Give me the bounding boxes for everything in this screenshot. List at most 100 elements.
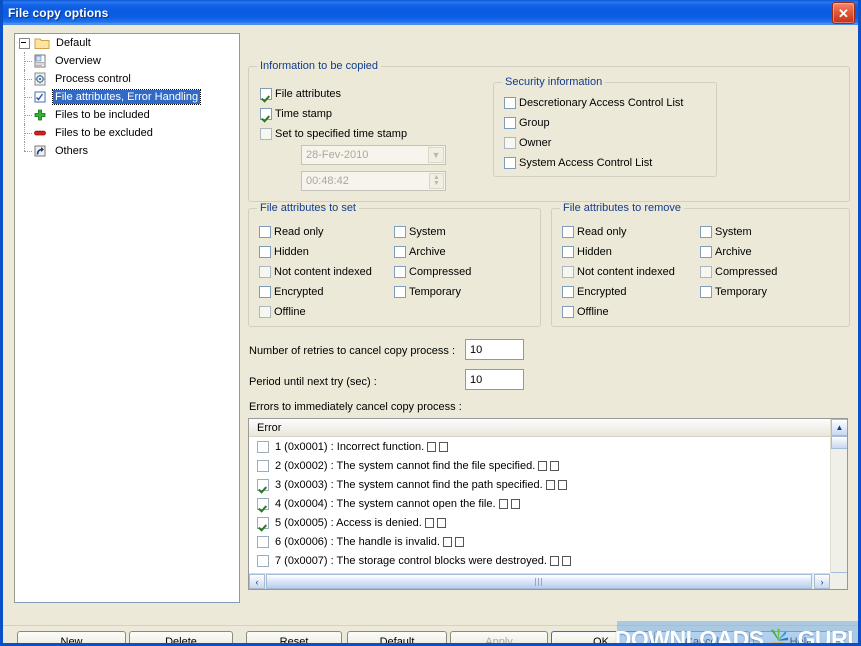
table-row[interactable]: 4 (0x0004) : The system cannot open the …: [249, 494, 830, 513]
checkbox-owner[interactable]: Owner: [504, 137, 551, 149]
scroll-left-icon[interactable]: ‹: [249, 574, 265, 589]
checkbox-file-attributes[interactable]: File attributes: [260, 88, 341, 100]
scroll-right-icon[interactable]: ›: [814, 574, 830, 589]
checkbox-box[interactable]: [504, 137, 516, 149]
checkbox-box[interactable]: [562, 246, 574, 258]
table-row[interactable]: 2 (0x0002) : The system cannot find the …: [249, 456, 830, 475]
checkbox-box[interactable]: [394, 226, 406, 238]
checkbox-box[interactable]: [260, 88, 272, 100]
horizontal-scrollbar-thumb[interactable]: [266, 574, 812, 589]
checkbox-set-compressed[interactable]: Compressed: [394, 266, 471, 278]
checkbox-remove-compressed[interactable]: Compressed: [700, 266, 777, 278]
checkbox-set-archive[interactable]: Archive: [394, 246, 446, 258]
horizontal-scrollbar[interactable]: ‹ ›: [249, 573, 830, 589]
checkbox-box[interactable]: [562, 306, 574, 318]
group-label: File attributes to set: [257, 202, 359, 214]
delete-button[interactable]: Delete: [129, 631, 233, 646]
checkbox-box[interactable]: [259, 306, 271, 318]
table-row[interactable]: 1 (0x0001) : Incorrect function.: [249, 437, 830, 456]
box-glyph-icon: [558, 480, 567, 490]
date-combo[interactable]: 28-Fev-2010 ▼: [301, 145, 446, 165]
help-button[interactable]: Help: [753, 631, 849, 646]
checkbox-system-access-control-list[interactable]: System Access Control List: [504, 157, 652, 169]
checkbox-remove-archive[interactable]: Archive: [700, 246, 752, 258]
checkbox-box[interactable]: [257, 441, 269, 453]
checkbox-remove-offline[interactable]: Offline: [562, 306, 609, 318]
vertical-scrollbar-thumb[interactable]: [831, 436, 848, 449]
checkbox-remove-not-content-indexed[interactable]: Not content indexed: [562, 266, 675, 278]
checkbox-box[interactable]: [504, 117, 516, 129]
tree-item-files-to-be-excluded[interactable]: Files to be excluded: [15, 124, 239, 142]
checkbox-remove-temporary[interactable]: Temporary: [700, 286, 767, 298]
default-button[interactable]: Default: [347, 631, 447, 646]
cancel-button[interactable]: Cancel: [654, 631, 750, 646]
table-row[interactable]: 3 (0x0003) : The system cannot find the …: [249, 475, 830, 494]
checkbox-box[interactable]: [257, 536, 269, 548]
checkbox-box[interactable]: [700, 266, 712, 278]
checkbox-remove-read-only[interactable]: Read only: [562, 226, 627, 238]
checkbox-box[interactable]: [700, 226, 712, 238]
checkbox-box[interactable]: [259, 286, 271, 298]
chevron-down-icon[interactable]: ▼: [428, 147, 444, 163]
retries-input[interactable]: 10: [465, 339, 524, 360]
checkbox-remove-encrypted[interactable]: Encrypted: [562, 286, 627, 298]
checkbox-set-to-specified-time-stamp[interactable]: Set to specified time stamp: [260, 128, 407, 140]
collapse-icon[interactable]: [19, 38, 30, 49]
settings-tree[interactable]: Default Overview: [14, 33, 240, 603]
close-icon[interactable]: ✕: [832, 2, 855, 24]
checkbox-time-stamp[interactable]: Time stamp: [260, 108, 332, 120]
tree-item-files-to-be-included[interactable]: Files to be included: [15, 106, 239, 124]
checkbox-box[interactable]: [257, 517, 269, 529]
checkbox-box[interactable]: [562, 226, 574, 238]
checkbox-set-not-content-indexed[interactable]: Not content indexed: [259, 266, 372, 278]
checkbox-set-system[interactable]: System: [394, 226, 446, 238]
checkbox-box[interactable]: [259, 246, 271, 258]
checkbox-box[interactable]: [394, 246, 406, 258]
checkbox-box[interactable]: [394, 266, 406, 278]
checkbox-remove-hidden[interactable]: Hidden: [562, 246, 612, 258]
button-label-post: eset: [288, 636, 309, 646]
apply-button[interactable]: Apply: [450, 631, 548, 646]
reset-button[interactable]: Reset: [246, 631, 342, 646]
checkbox-box[interactable]: [259, 266, 271, 278]
checkbox-box[interactable]: [394, 286, 406, 298]
checkbox-descretionary-access-control-list[interactable]: Descretionary Access Control List: [504, 97, 683, 109]
period-input[interactable]: 10: [465, 369, 524, 390]
checkbox-box[interactable]: [504, 97, 516, 109]
table-row[interactable]: 7 (0x0007) : The storage control blocks …: [249, 551, 830, 570]
checkbox-set-encrypted[interactable]: Encrypted: [259, 286, 324, 298]
checkbox-box[interactable]: [260, 108, 272, 120]
tree-item-others[interactable]: Others: [15, 142, 239, 160]
tree-node-default[interactable]: Default: [15, 34, 239, 52]
vertical-scrollbar[interactable]: ▲ ▼: [830, 419, 847, 589]
spinner-icon[interactable]: ▲▼: [429, 173, 444, 189]
errors-list[interactable]: Error 1 (0x0001) : Incorrect function. 2…: [248, 418, 848, 590]
checkbox-set-hidden[interactable]: Hidden: [259, 246, 309, 258]
checkbox-box[interactable]: [260, 128, 272, 140]
checkbox-box[interactable]: [257, 498, 269, 510]
checkbox-box[interactable]: [700, 286, 712, 298]
table-row[interactable]: 6 (0x0006) : The handle is invalid.: [249, 532, 830, 551]
time-spinner[interactable]: 00:48:42 ▲▼: [301, 171, 446, 191]
checkbox-set-read-only[interactable]: Read only: [259, 226, 324, 238]
tree-item-overview[interactable]: Overview: [15, 52, 239, 70]
checkbox-box[interactable]: [562, 286, 574, 298]
table-row[interactable]: 5 (0x0005) : Access is denied.: [249, 513, 830, 532]
errors-column-header[interactable]: Error: [249, 419, 830, 437]
tree-item-process-control[interactable]: Process control: [15, 70, 239, 88]
checkbox-box[interactable]: [259, 226, 271, 238]
checkbox-set-offline[interactable]: Offline: [259, 306, 306, 318]
checkbox-group[interactable]: Group: [504, 117, 550, 129]
new-button[interactable]: New: [17, 631, 126, 646]
checkbox-set-temporary[interactable]: Temporary: [394, 286, 461, 298]
checkbox-box[interactable]: [700, 246, 712, 258]
checkbox-remove-system[interactable]: System: [700, 226, 752, 238]
tree-item-file-attributes-error-handling[interactable]: File attributes, Error Handling: [15, 88, 239, 106]
checkbox-box[interactable]: [257, 460, 269, 472]
ok-button[interactable]: OK: [551, 631, 651, 646]
checkbox-box[interactable]: [257, 479, 269, 491]
checkbox-box[interactable]: [504, 157, 516, 169]
scroll-up-icon[interactable]: ▲: [831, 419, 848, 436]
checkbox-box[interactable]: [257, 555, 269, 567]
checkbox-box[interactable]: [562, 266, 574, 278]
